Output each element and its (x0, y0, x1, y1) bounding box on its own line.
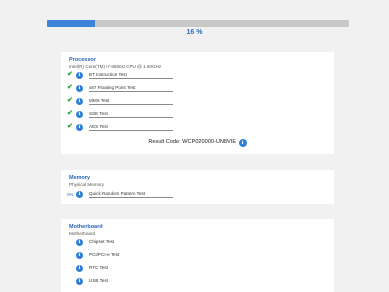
checkmark-icon: ✔ (67, 84, 73, 91)
progress-percent: 16 % (186, 29, 203, 36)
checkmark-icon: ✔ (67, 123, 73, 130)
test-row: ✔ i BT Instruction Test (61, 71, 334, 81)
test-row: i USB Test (61, 277, 334, 287)
result-code-text: Result Code: WCP020000-UN8VIE (148, 139, 237, 145)
info-icon[interactable]: i (76, 252, 83, 259)
test-row: ✔ i SSE Test (61, 110, 334, 120)
test-row: 0% i Quick Random Pattern Test (61, 190, 334, 200)
info-icon[interactable]: i (76, 278, 83, 285)
test-label: MMX Test (89, 97, 173, 105)
info-icon[interactable]: i (76, 265, 83, 272)
memory-subtitle: Physical Memory (69, 182, 104, 187)
motherboard-card: Motherboard Motherboard i Chipset Test i… (61, 219, 334, 292)
memory-title: Memory (69, 175, 91, 181)
test-label: PCI/PCI-e Test (89, 252, 120, 257)
motherboard-title: Motherboard (69, 224, 103, 230)
test-label: Chipset Test (89, 239, 115, 244)
info-icon[interactable]: i (76, 239, 83, 246)
test-label: BT Instruction Test (89, 71, 173, 79)
test-label: Quick Random Pattern Test (89, 190, 173, 198)
result-code: Result Code: WCP020000-UN8VIE i (61, 138, 334, 147)
test-label: SSE Test (89, 110, 173, 118)
info-icon[interactable]: i (76, 72, 83, 79)
processor-subtitle: Intel(R) Core(TM) i7-8650U CPU @ 1.90GHz (69, 64, 162, 69)
memory-card: Memory Physical Memory 0% i Quick Random… (61, 170, 334, 204)
test-row: i RTC Test (61, 264, 334, 274)
test-label: x87 Floating Point Test (89, 84, 173, 92)
info-icon[interactable]: i (238, 139, 247, 147)
info-icon[interactable]: i (76, 191, 83, 198)
processor-title: Processor (69, 57, 96, 63)
info-icon[interactable]: i (76, 98, 83, 105)
checkmark-icon: ✔ (67, 110, 73, 117)
test-row: i Chipset Test (61, 238, 334, 248)
test-percent: 0% (67, 192, 74, 197)
test-label: AES Test (89, 123, 173, 131)
test-row: ✔ i x87 Floating Point Test (61, 84, 334, 94)
test-row: i PCI/PCI-e Test (61, 251, 334, 261)
info-icon[interactable]: i (76, 111, 83, 118)
test-label: RTC Test (89, 265, 108, 270)
test-label: USB Test (89, 278, 109, 283)
checkmark-icon: ✔ (67, 71, 73, 78)
info-icon[interactable]: i (76, 124, 83, 131)
progress-fill (47, 20, 96, 27)
processor-card: Processor Intel(R) Core(TM) i7-8650U CPU… (61, 52, 334, 154)
progress-bar (47, 20, 349, 27)
motherboard-subtitle: Motherboard (69, 231, 96, 236)
test-row: ✔ i MMX Test (61, 97, 334, 107)
checkmark-icon: ✔ (67, 97, 73, 104)
test-row: ✔ i AES Test (61, 123, 334, 133)
info-icon[interactable]: i (76, 85, 83, 92)
